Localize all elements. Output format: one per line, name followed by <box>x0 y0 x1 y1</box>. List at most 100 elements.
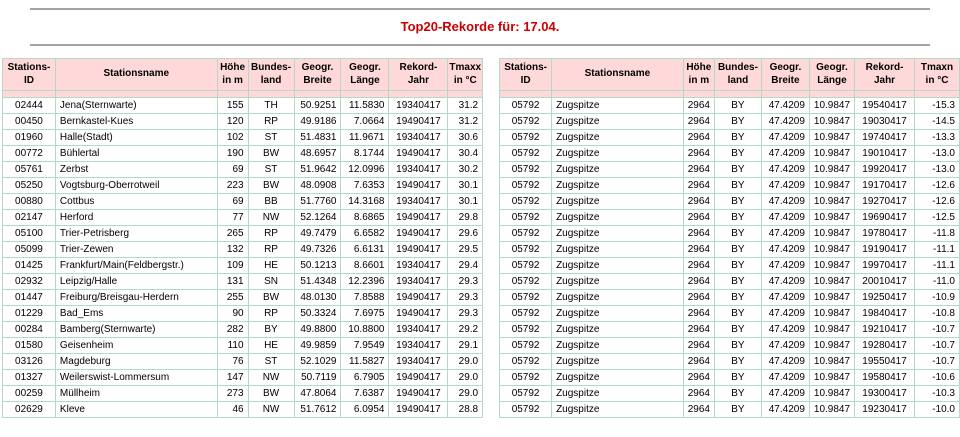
cell-geogr-laenge: 10.9847 <box>809 306 854 322</box>
cell-hoehe-in-m: 273 <box>217 386 248 402</box>
cell-rekord-jahr: 19580417 <box>855 370 915 386</box>
header-spacer-cell <box>683 91 714 98</box>
header-spacer-cell <box>915 91 960 98</box>
cell-hoehe-in-m: 109 <box>217 258 248 274</box>
cell-temperature: -15.3 <box>915 98 960 114</box>
cell-bundesland: ST <box>248 130 294 146</box>
cell-hoehe-in-m: 120 <box>217 114 248 130</box>
cell-stationsname: Zugspitze <box>552 210 684 226</box>
cell-geogr-laenge: 10.9847 <box>809 338 854 354</box>
cell-stationsname: Geisenheim <box>55 338 217 354</box>
cell-temperature: -13.3 <box>915 130 960 146</box>
header-spacer-cell <box>294 91 341 98</box>
table-row: 05250Vogtsburg-Oberrotweil223BW48.09087.… <box>3 178 483 194</box>
table-row: 01580Geisenheim110HE49.98597.95491934041… <box>3 338 483 354</box>
cell-temperature: 30.4 <box>448 146 483 162</box>
cell-bundesland: BY <box>714 290 761 306</box>
cell-hoehe-in-m: 2964 <box>683 290 714 306</box>
cell-stationsname: Zugspitze <box>552 178 684 194</box>
table-row: 05792Zugspitze2964BY47.420910.9847191904… <box>500 242 960 258</box>
cell-geogr-laenge: 10.9847 <box>809 194 854 210</box>
cell-hoehe-in-m: 2964 <box>683 322 714 338</box>
cell-hoehe-in-m: 282 <box>217 322 248 338</box>
cell-bundesland: TH <box>248 98 294 114</box>
cell-geogr-breite: 52.1029 <box>294 354 341 370</box>
table-row: 05792Zugspitze2964BY47.420910.9847190304… <box>500 114 960 130</box>
cell-stationsname: Jena(Sternwarte) <box>55 98 217 114</box>
cell-rekord-jahr: 19340417 <box>389 338 448 354</box>
cell-rekord-jahr: 19490417 <box>389 370 448 386</box>
cell-stations-id: 00880 <box>3 194 56 210</box>
cell-stationsname: Herford <box>55 210 217 226</box>
cell-bundesland: BY <box>714 354 761 370</box>
cell-stations-id: 03126 <box>3 354 56 370</box>
cell-rekord-jahr: 19340417 <box>389 162 448 178</box>
cell-bundesland: BY <box>714 386 761 402</box>
cell-geogr-breite: 47.4209 <box>761 130 809 146</box>
cell-rekord-jahr: 19190417 <box>855 242 915 258</box>
cell-stations-id: 00284 <box>3 322 56 338</box>
cell-bundesland: BY <box>714 274 761 290</box>
cell-rekord-jahr: 19780417 <box>855 226 915 242</box>
cell-stations-id: 02932 <box>3 274 56 290</box>
cell-geogr-laenge: 10.8800 <box>341 322 389 338</box>
table-row: 05792Zugspitze2964BY47.420910.9847192104… <box>500 322 960 338</box>
cell-geogr-breite: 49.9859 <box>294 338 341 354</box>
cell-temperature: 29.0 <box>448 370 483 386</box>
cell-temperature: -11.1 <box>915 258 960 274</box>
cell-geogr-laenge: 11.9671 <box>341 130 389 146</box>
cell-stationsname: Zugspitze <box>552 130 684 146</box>
page-title: Top20-Rekorde für: 17.04. <box>0 10 960 44</box>
cell-rekord-jahr: 19210417 <box>855 322 915 338</box>
cell-bundesland: RP <box>248 114 294 130</box>
cell-stationsname: Zugspitze <box>552 194 684 210</box>
cell-stationsname: Zugspitze <box>552 322 684 338</box>
cell-bundesland: BY <box>714 210 761 226</box>
cell-stationsname: Zugspitze <box>552 306 684 322</box>
cell-stations-id: 05792 <box>500 322 552 338</box>
cell-geogr-laenge: 7.0664 <box>341 114 389 130</box>
cell-temperature: -12.6 <box>915 194 960 210</box>
table-row: 00450Bernkastel-Kues120RP49.91867.066419… <box>3 114 483 130</box>
cell-stationsname: Leipzig/Halle <box>55 274 217 290</box>
table-row: 05792Zugspitze2964BY47.420910.9847193004… <box>500 386 960 402</box>
cell-geogr-laenge: 8.6601 <box>341 258 389 274</box>
cell-hoehe-in-m: 2964 <box>683 178 714 194</box>
cell-temperature: -10.6 <box>915 370 960 386</box>
table-row: 05792Zugspitze2964BY47.420910.9847192504… <box>500 290 960 306</box>
cell-temperature: 29.8 <box>448 210 483 226</box>
cell-temperature: 29.3 <box>448 306 483 322</box>
cell-geogr-breite: 50.9251 <box>294 98 341 114</box>
cell-geogr-breite: 52.1264 <box>294 210 341 226</box>
cell-hoehe-in-m: 155 <box>217 98 248 114</box>
cell-stations-id: 00450 <box>3 114 56 130</box>
cell-temperature: -13.0 <box>915 146 960 162</box>
cell-bundesland: BY <box>714 114 761 130</box>
cell-geogr-breite: 51.4348 <box>294 274 341 290</box>
cell-bundesland: BY <box>714 146 761 162</box>
cell-stationsname: Zugspitze <box>552 98 684 114</box>
cell-rekord-jahr: 19340417 <box>389 322 448 338</box>
cell-bundesland: BY <box>714 306 761 322</box>
cell-geogr-laenge: 10.9847 <box>809 146 854 162</box>
cell-hoehe-in-m: 69 <box>217 162 248 178</box>
cell-bundesland: RP <box>248 306 294 322</box>
cell-geogr-laenge: 8.1744 <box>341 146 389 162</box>
cell-rekord-jahr: 19490417 <box>389 386 448 402</box>
cell-hoehe-in-m: 2964 <box>683 242 714 258</box>
cell-bundesland: HE <box>248 258 294 274</box>
cell-rekord-jahr: 19490417 <box>389 226 448 242</box>
table-row: 05792Zugspitze2964BY47.420910.9847191704… <box>500 178 960 194</box>
cell-bundesland: NW <box>248 370 294 386</box>
cell-bundesland: RP <box>248 242 294 258</box>
cell-geogr-breite: 49.9186 <box>294 114 341 130</box>
cell-temperature: 29.2 <box>448 322 483 338</box>
header-spacer-cell <box>855 91 915 98</box>
records-table-tmaxn: Stations- IDStationsnameHöhe in mBundes-… <box>499 58 960 418</box>
cell-stations-id: 05792 <box>500 114 552 130</box>
cell-stations-id: 05792 <box>500 354 552 370</box>
cell-geogr-laenge: 12.0996 <box>341 162 389 178</box>
cell-temperature: -10.7 <box>915 322 960 338</box>
cell-geogr-breite: 47.4209 <box>761 322 809 338</box>
cell-temperature: -11.8 <box>915 226 960 242</box>
